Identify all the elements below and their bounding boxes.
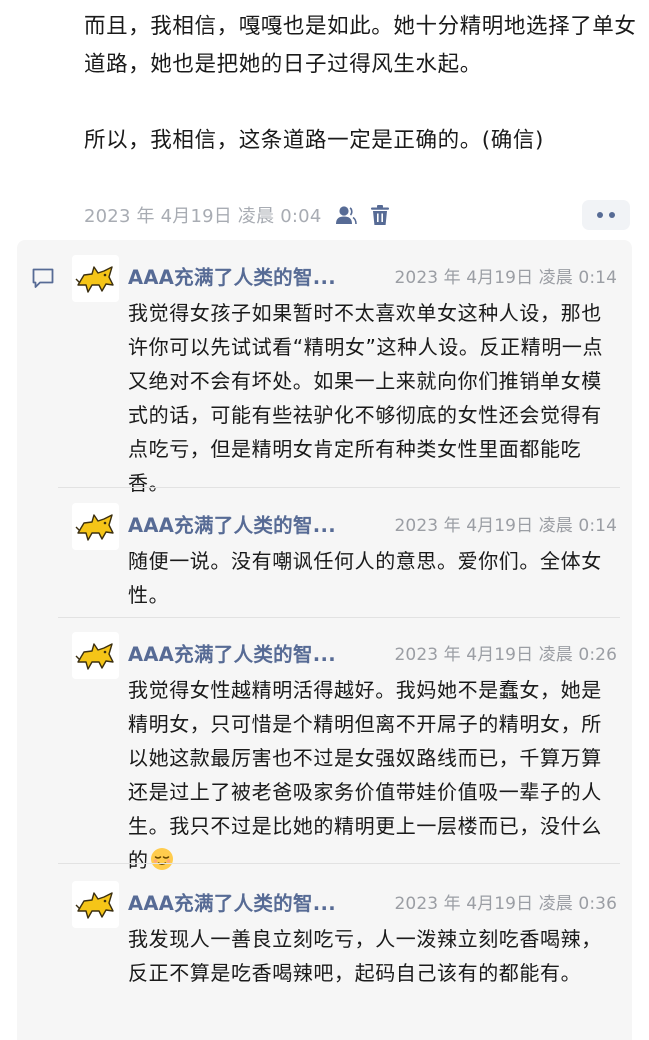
comment-item[interactable]: AAA充满了人类的智... 2023 年 4月19日 凌晨 0:14 随便一说。… [72, 503, 620, 613]
more-icon [609, 212, 615, 218]
comment-text-body: 我觉得女性越精明活得越好。我妈她不是蠢女，她是精明女，只可惜是个精明但离不开屌子… [128, 678, 602, 872]
comment-author[interactable]: AAA充满了人类的智... [128, 261, 336, 290]
comment-author[interactable]: AAA充满了人类的智... [128, 509, 336, 538]
cat-avatar-icon [72, 881, 119, 928]
cat-avatar-icon [72, 632, 119, 679]
avatar[interactable] [72, 881, 119, 928]
comment-author[interactable]: AAA充满了人类的智... [128, 887, 336, 916]
more-icon [597, 212, 603, 218]
comment-item[interactable]: AAA充满了人类的智... 2023 年 4月19日 凌晨 0:36 我发现人一… [72, 881, 620, 1021]
comment-text: 我觉得女性越精明活得越好。我妈她不是蠢女，她是精明女，只可惜是个精明但离不开屌子… [128, 673, 620, 877]
post-timestamp: 2023 年 4月19日 凌晨 0:04 [84, 206, 322, 227]
post-meta-bar: 2023 年 4月19日 凌晨 0:04 [84, 200, 640, 230]
comment-item[interactable]: AAA充满了人类的智... 2023 年 4月19日 凌晨 0:14 我觉得女孩… [72, 255, 620, 495]
more-button[interactable] [582, 200, 630, 230]
avatar[interactable] [72, 632, 119, 679]
avatar[interactable] [72, 255, 119, 302]
avatar[interactable] [72, 503, 119, 550]
comment-text: 随便一说。没有嘲讽任何人的意思。爱你们。全体女性。 [128, 549, 602, 607]
comments-section: AAA充满了人类的智... 2023 年 4月19日 凌晨 0:14 我觉得女孩… [17, 240, 632, 1040]
person-icon[interactable] [335, 204, 358, 226]
comment-icon [31, 266, 55, 290]
cat-avatar-icon [72, 255, 119, 302]
post-paragraph: 而且，我相信，嘎嘎也是如此。她十分精明地选择了单女道路，她也是把她的日子过得风生… [84, 14, 637, 77]
comment-text: 我发现人一善良立刻吃亏，人一泼辣立刻吃香喝辣，反正不算是吃香喝辣吧，起码自己该有… [128, 927, 602, 985]
comment-timestamp: 2023 年 4月19日 凌晨 0:14 [394, 268, 617, 288]
relieved-face-emoji [150, 847, 174, 871]
comment-text: 我觉得女孩子如果暂时不太喜欢单女这种人设，那也许你可以先试试看“精明女”这种人设… [128, 301, 604, 495]
cat-avatar-icon [72, 503, 119, 550]
comment-divider [58, 617, 620, 618]
post-paragraph: 所以，我相信，这条道路一定是正确的。(确信) [84, 128, 544, 153]
comment-timestamp: 2023 年 4月19日 凌晨 0:26 [394, 645, 617, 665]
comment-divider [58, 487, 620, 488]
post-body: 而且，我相信，嘎嘎也是如此。她十分精明地选择了单女道路，她也是把她的日子过得风生… [84, 8, 640, 160]
trash-icon[interactable] [369, 204, 391, 226]
comment-author[interactable]: AAA充满了人类的智... [128, 638, 336, 667]
comment-timestamp: 2023 年 4月19日 凌晨 0:14 [394, 516, 617, 536]
comment-divider [58, 863, 620, 864]
comment-item[interactable]: AAA充满了人类的智... 2023 年 4月19日 凌晨 0:26 我觉得女性… [72, 632, 620, 872]
comment-timestamp: 2023 年 4月19日 凌晨 0:36 [394, 894, 617, 914]
